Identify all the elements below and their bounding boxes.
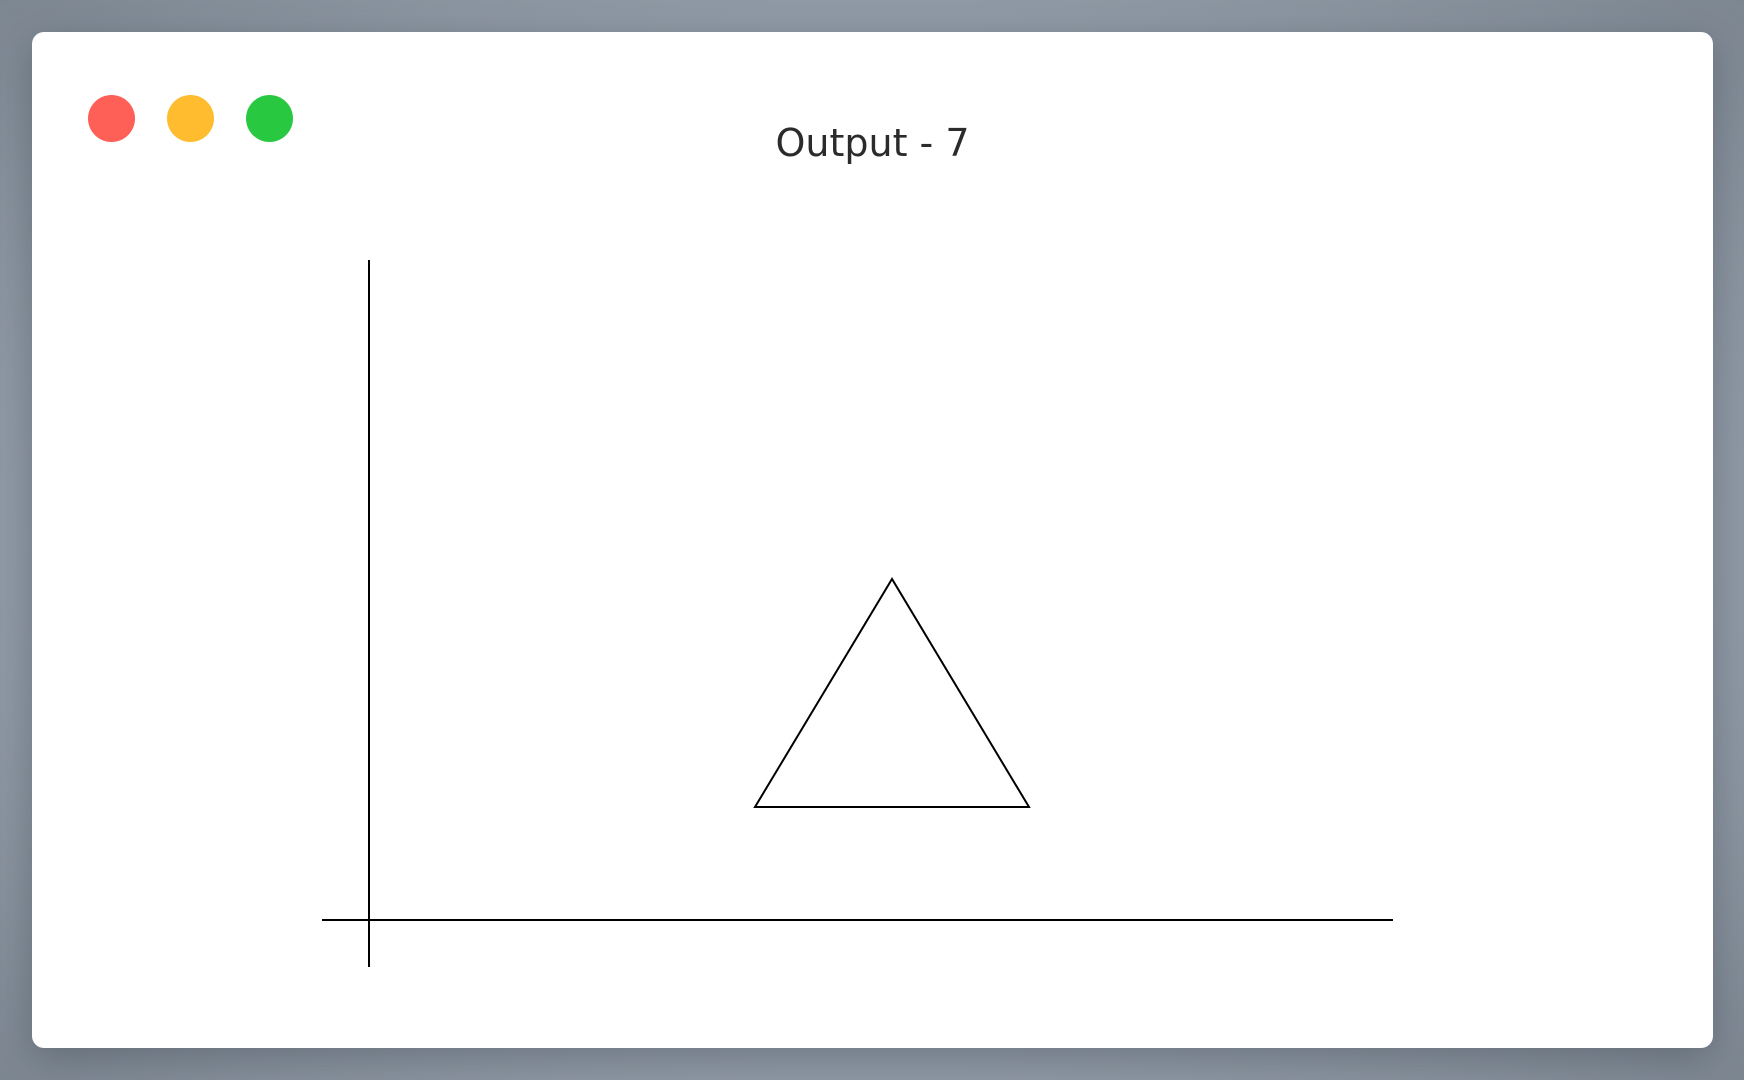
triangle-shape	[753, 577, 1031, 808]
drawing-canvas	[322, 260, 1393, 967]
output-window: Output - 7	[32, 32, 1713, 1048]
